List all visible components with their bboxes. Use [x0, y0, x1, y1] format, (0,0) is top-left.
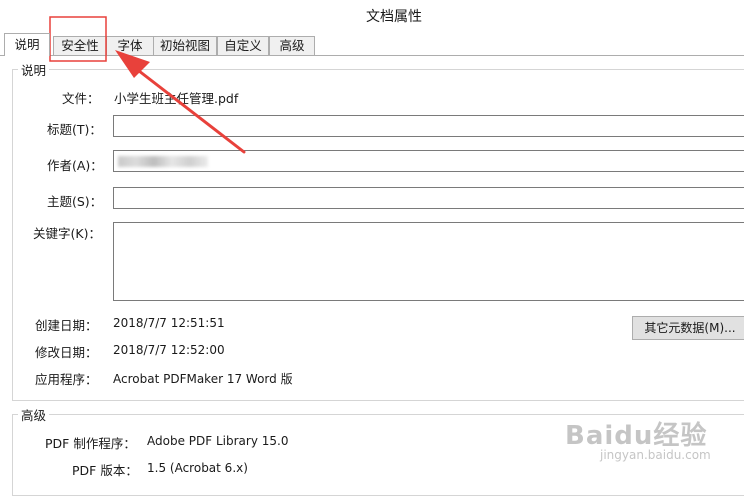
arrow-shaft [128, 62, 246, 154]
highlight-box [49, 16, 107, 62]
annotation-overlay [49, 16, 246, 154]
tab-description[interactable]: 说明 [4, 33, 50, 56]
